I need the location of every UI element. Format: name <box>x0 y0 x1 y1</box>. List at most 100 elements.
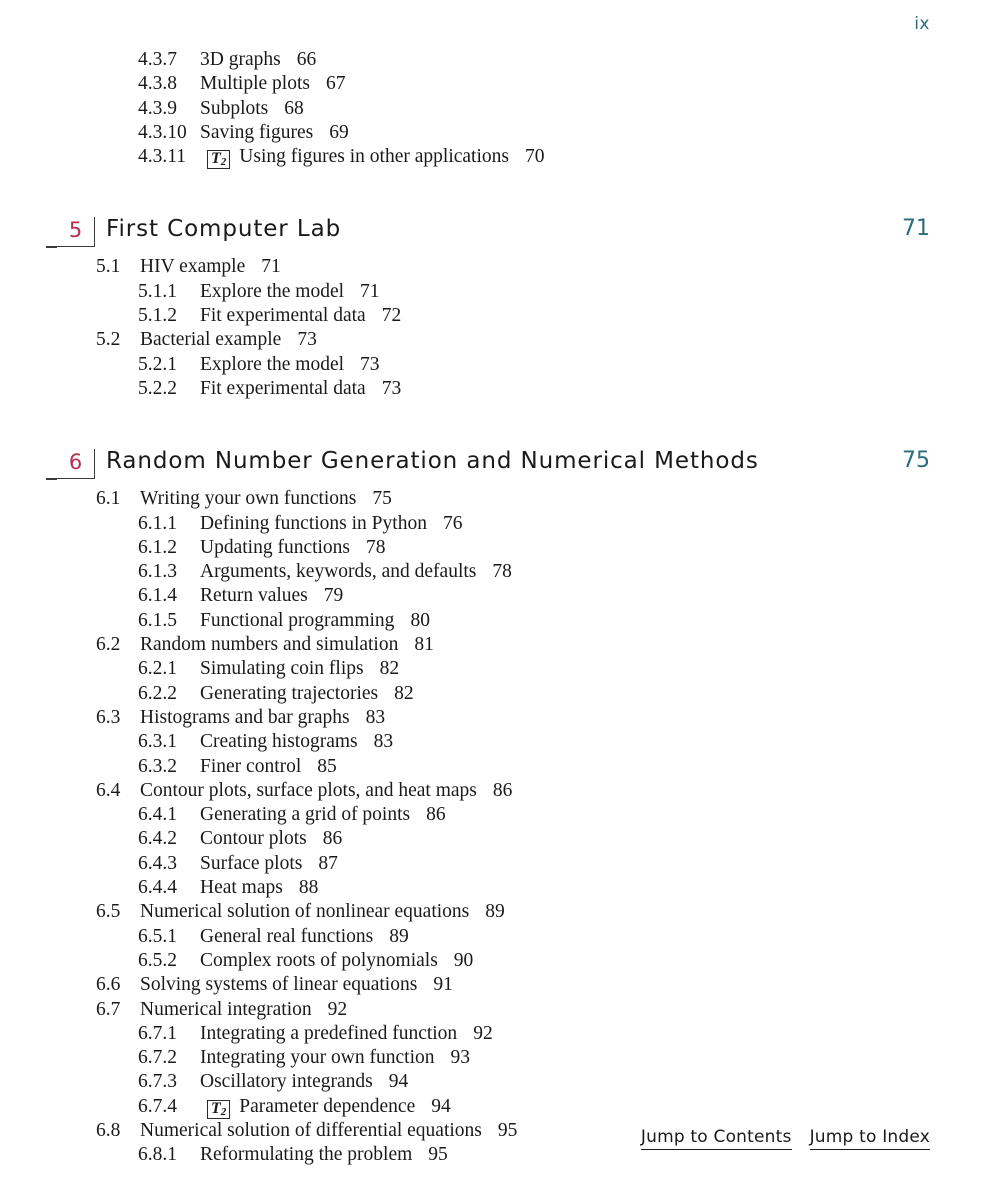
toc-page: ix 4.3.7 3D graphs 66 4.3.8 Multiple plots 6 7… <box>0 0 988 1186</box>
toc-entry[interactable]: 6.2 Random numbers and simulation 81 <box>0 633 988 657</box>
toc-entry-number: 6.1.5 <box>138 609 177 631</box>
toc-entry-page: 92 <box>327 998 348 1020</box>
toc-entry[interactable]: 4.3.7 3D graphs 66 <box>0 48 988 72</box>
toc-entry-page: 83 <box>373 731 394 753</box>
toc-entry[interactable]: 5.2.1 Explore the model 73 <box>0 353 988 377</box>
toc-entry[interactable]: 6.5.2 Complex roots of polynomials 90 <box>0 949 988 973</box>
toc-entry[interactable]: 6.7 Numerical integration 92 <box>0 998 988 1022</box>
toc-entry[interactable]: 6.1.4 Return values 79 <box>0 584 988 608</box>
toc-entry-title: Saving figures <box>200 121 314 143</box>
toc-entry[interactable]: 6.2.1 Simulating coin flips 82 <box>0 657 988 681</box>
toc-entry-page: 85 <box>317 755 337 777</box>
toc-entry[interactable]: 6.6 Solving systems of linear equations 91 <box>0 973 988 997</box>
chapter-number: 5 <box>68 218 83 243</box>
toc-entry-page: 92 <box>473 1022 493 1044</box>
toc-entry-number: 6.1.4 <box>138 585 177 607</box>
toc-entry-title: Surface plots <box>200 852 303 874</box>
toc-entry-title: Generating a grid of points <box>200 804 411 826</box>
toc-entry[interactable]: 5.1 HIV example 71 <box>0 255 988 279</box>
toc-entry[interactable]: 6.4 Contour plots, surface plots, and hea… <box>0 779 988 803</box>
chapter-number: 6 <box>68 450 83 475</box>
toc-entry[interactable]: 6.4.1 Generating a grid of points 86 <box>0 803 988 827</box>
toc-entry-number: 6.1.3 <box>138 561 177 583</box>
chapter-heading[interactable]: 5 First Computer Lab 71 <box>0 216 988 249</box>
toc-entry-page: 93 <box>450 1047 471 1069</box>
toc-entry-number: 6.2 <box>96 634 121 656</box>
toc-entry[interactable]: 6.3 Histograms and bar graphs 83 <box>0 706 988 730</box>
toc-entry-title: Functional programming <box>200 609 395 631</box>
toc-entry[interactable]: 6.1.1 Defining functions in Python 76 <box>0 512 988 536</box>
running-folio: ix <box>914 14 930 34</box>
toc-entry-page: 86 <box>426 804 446 826</box>
toc-entry[interactable]: 6.7.1 Integrating a predefined function 92 <box>0 1022 988 1046</box>
toc-entry[interactable]: 5.1.1 Explore the model 71 <box>0 280 988 304</box>
toc-entry-title: Generating trajectories <box>200 682 379 704</box>
toc-entry-number: 4.3.8 <box>138 73 177 95</box>
toc-entry-title: Integrating a predefined function <box>200 1022 458 1044</box>
toc-entry[interactable]: 6.1.5 Functional programming 80 <box>0 609 988 633</box>
toc-entry[interactable]: 4.3.10 Saving figures 69 <box>0 121 988 145</box>
toc-entry-number: 4.3.11 <box>138 146 187 168</box>
chapter-heading[interactable]: 6 Random Number Generation and Numerical … <box>0 448 988 480</box>
toc-entry-number: 6.1.2 <box>138 536 177 558</box>
toc-entry-number: 5.1 <box>96 256 121 278</box>
toc-entry[interactable]: 6.5 Numerical solution of nonlinear equat… <box>0 900 988 924</box>
toc-entry[interactable]: 6.2.2 Generating trajectories 82 <box>0 682 988 706</box>
toc-entry[interactable]: 6.4.3 Surface plots 87 <box>0 852 988 876</box>
toc-entry-title: 3D graphs <box>200 49 281 70</box>
toc-entry[interactable]: 6.7.3 Oscillatory integrands 94 <box>0 1070 988 1094</box>
toc-entry-title: Writing your own functions <box>140 488 357 510</box>
toc-entry-title: Complex roots of polynomials <box>200 949 438 971</box>
toc-entry-title: Contour plots <box>200 828 307 850</box>
toc-entry[interactable]: 6.4.4 Heat maps 88 <box>0 876 988 900</box>
toc-entry-number: 5.2.2 <box>138 377 177 399</box>
toc-entry[interactable]: 6.1.3 Arguments, keywords, and defaults 78 <box>0 560 988 584</box>
toc-entry[interactable]: 6.1.2 Updating functions 78 <box>0 536 988 560</box>
toc-entry-page: 69 <box>329 121 349 143</box>
t2-marker-icon: T2 <box>207 1099 231 1119</box>
toc-entry-page: 87 <box>318 852 338 874</box>
chapter-title: First Computer Lab <box>106 216 342 243</box>
t2-marker-letter: T <box>211 150 221 168</box>
toc-entry-page: 78 <box>366 536 386 558</box>
toc-entry-page: 88 <box>298 877 319 899</box>
chapter-number-badge: 5 <box>46 217 95 249</box>
toc-entry-title: Oscillatory integrands <box>200 1071 373 1093</box>
toc-entry[interactable]: 5.1.2 Fit experimental data 72 <box>0 304 988 328</box>
toc-entry-title: Solving systems of linear equations <box>140 974 418 996</box>
toc-entry[interactable]: 4.3.8 Multiple plots 67 <box>0 72 988 96</box>
toc-entry[interactable]: 6.5.1 General real functions 89 <box>0 925 988 949</box>
toc-entry-page: 71 <box>360 280 380 302</box>
jump-to-index-link[interactable]: Jump to Index <box>809 1127 930 1150</box>
toc-entry-number: 5.2 <box>96 329 121 351</box>
toc-entry[interactable]: 5.2.2 Fit experimental data 73 <box>0 377 988 401</box>
t2-marker-letter: T <box>211 1099 221 1117</box>
chapter-page-number: 75 <box>902 448 930 474</box>
toc-entry[interactable]: 6.4.2 Contour plots 86 <box>0 827 988 851</box>
toc-entry-number: 6.6 <box>96 974 121 996</box>
toc-entry-number: 6.5.1 <box>138 925 177 947</box>
toc-entry-number: 4.3.10 <box>138 121 187 143</box>
toc-entry-page: 68 <box>284 97 304 119</box>
jump-to-contents-link[interactable]: Jump to Contents <box>640 1127 792 1150</box>
toc-entry-title: Random numbers and simulation <box>140 634 399 656</box>
toc-entry-page: 95 <box>497 1119 518 1141</box>
toc-entry[interactable]: 4.3.11 T2 Using figures in other applicati… <box>0 145 988 170</box>
toc-entry[interactable]: 6.1 Writing your own functions 75 <box>0 487 988 511</box>
toc-entry[interactable]: 6.7.2 Integrating your own function 93 <box>0 1046 988 1070</box>
toc-entry[interactable]: 5.2 Bacterial example 73 <box>0 328 988 352</box>
toc-entry[interactable]: 4.3.9 Subplots 68 <box>0 97 988 121</box>
toc-entry[interactable]: 6.3.1 Creating histograms 83 <box>0 730 988 754</box>
toc-entry-title: Multiple plots <box>200 73 310 95</box>
toc-entry-title: Numerical integration <box>140 998 312 1020</box>
toc-entry[interactable]: 6.3.2 Finer control 85 <box>0 755 988 779</box>
toc-entry-page: 82 <box>394 682 414 704</box>
toc-entry-page: 86 <box>322 828 343 850</box>
toc-entry-page: 78 <box>492 561 512 583</box>
toc-entry-page: 73 <box>297 329 317 351</box>
t2-marker-subscript: 2 <box>220 156 227 169</box>
toc-entry-page: 75 <box>372 488 392 510</box>
toc-entry[interactable]: 6.7.4 T2 Parameter dependence 94 <box>0 1095 988 1119</box>
toc-entry-number: 6.4.2 <box>138 828 177 850</box>
